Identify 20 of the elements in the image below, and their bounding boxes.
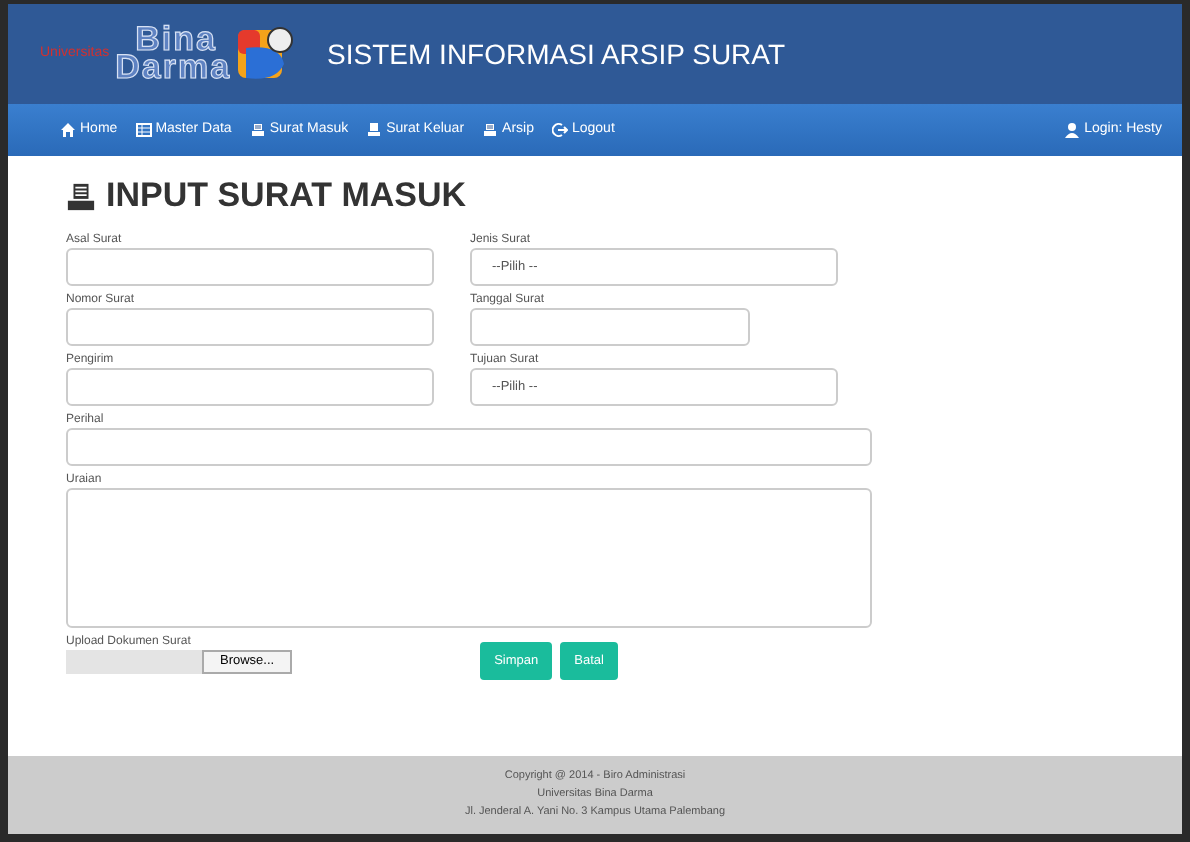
input-field[interactable] [66, 428, 872, 467]
tray-icon [482, 122, 499, 138]
tray-icon [66, 181, 96, 212]
tray-icon [366, 122, 383, 138]
table-icon [135, 122, 152, 138]
user-icon [1064, 122, 1081, 138]
tray-icon [249, 122, 266, 138]
app-title: SISTEM INFORMASI ARSIP SURAT [327, 35, 786, 73]
input-field[interactable] [66, 368, 434, 407]
logo-text: Darma [115, 54, 232, 82]
page-title: INPUT SURAT MASUK [106, 176, 467, 217]
file-path-field [66, 650, 202, 675]
logout-icon [551, 122, 568, 138]
textarea-field[interactable] [66, 488, 872, 629]
input-field[interactable] [66, 308, 434, 347]
date-field[interactable] [470, 308, 750, 347]
input-field[interactable] [66, 248, 434, 287]
logo-icon [235, 24, 296, 84]
logo-text: Bina [135, 26, 217, 54]
home-icon [60, 122, 76, 138]
